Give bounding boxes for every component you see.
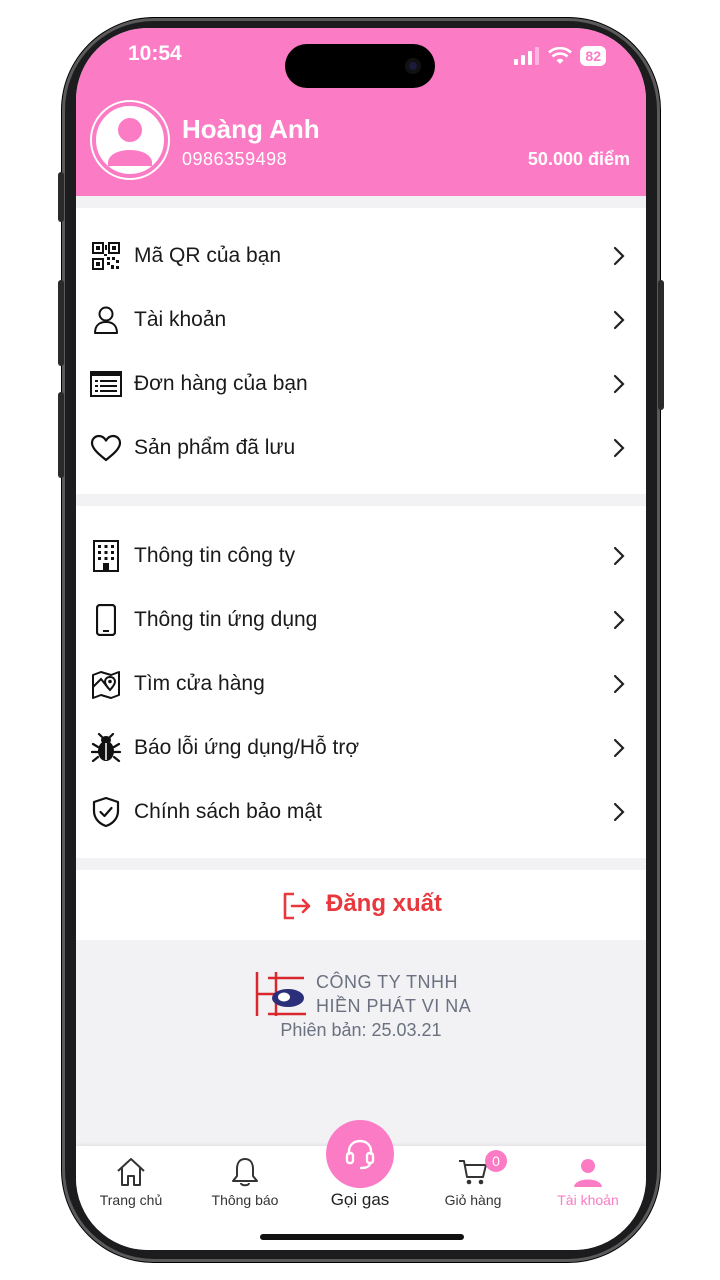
tab-notifications[interactable]: Thông báo	[195, 1146, 295, 1216]
tab-label: Giỏ hàng	[444, 1192, 502, 1208]
logout-icon	[283, 892, 311, 920]
tab-label: Thông báo	[211, 1192, 279, 1208]
signal-icon	[514, 47, 540, 65]
menu-item-label: Thông tin công ty	[134, 544, 296, 567]
bug-icon	[90, 732, 122, 764]
menu-section-info: Thông tin công ty Thông tin ứng dụng Tìm…	[76, 506, 646, 858]
menu-item-company-info[interactable]: Thông tin công ty	[76, 524, 646, 588]
chevron-right-icon	[613, 674, 625, 694]
dynamic-island	[285, 44, 435, 88]
menu-item-label: Sản phẩm đã lưu	[134, 436, 296, 459]
wifi-icon	[548, 47, 573, 64]
menu-item-label: Tài khoản	[134, 308, 227, 331]
call-gas-label: Gọi gas	[330, 1190, 390, 1209]
menu-item-label: Đơn hàng của bạn	[134, 372, 308, 395]
logout-button[interactable]: Đăng xuất	[76, 870, 646, 940]
menu-item-label: Chính sách bảo mật	[134, 800, 322, 823]
status-icons: 82	[514, 46, 606, 66]
status-time: 10:54	[128, 42, 182, 65]
menu-item-account[interactable]: Tài khoản	[76, 288, 646, 352]
chevron-right-icon	[613, 310, 625, 330]
power-button	[658, 280, 664, 410]
chevron-right-icon	[613, 610, 625, 630]
company-logo	[255, 972, 306, 1016]
heart-icon	[90, 432, 122, 464]
chevron-right-icon	[613, 438, 625, 458]
user-icon	[90, 304, 122, 336]
chevron-right-icon	[613, 246, 625, 266]
account-icon	[574, 1159, 602, 1187]
action-button	[58, 172, 64, 222]
battery-indicator: 82	[580, 46, 606, 66]
profile-header: 10:54 82 Hoàng Anh 0986359498 50.000 điể…	[76, 28, 646, 196]
company-name-line-2: HIỀN PHÁT VI NA	[316, 996, 472, 1016]
avatar[interactable]	[90, 100, 170, 180]
bell-icon	[232, 1158, 258, 1187]
menu-item-label: Mã QR của bạn	[134, 244, 282, 267]
home-icon	[117, 1158, 145, 1186]
tab-label: Trang chủ	[99, 1192, 163, 1208]
menu-item-label: Báo lỗi ứng dụng/Hỗ trợ	[134, 736, 360, 759]
tab-home[interactable]: Trang chủ	[81, 1146, 181, 1216]
menu-item-saved-products[interactable]: Sản phẩm đã lưu	[76, 416, 646, 480]
menu-section-account: Mã QR của bạn Tài khoản Đơn hàng của bạn…	[76, 208, 646, 494]
qr-code-icon	[90, 240, 122, 272]
menu-item-label: Thông tin ứng dụng	[134, 608, 318, 631]
chevron-right-icon	[613, 546, 625, 566]
shield-icon	[90, 796, 122, 828]
menu-item-label: Tìm cửa hàng	[134, 672, 265, 695]
user-phone: 0986359498	[182, 149, 288, 169]
menu-item-find-store[interactable]: Tìm cửa hàng	[76, 652, 646, 716]
tab-cart[interactable]: 0 Giỏ hàng	[423, 1146, 523, 1216]
menu-item-privacy-policy[interactable]: Chính sách bảo mật	[76, 780, 646, 844]
building-icon	[90, 540, 122, 572]
menu-item-qr-code[interactable]: Mã QR của bạn	[76, 224, 646, 288]
loyalty-points: 50.000 điểm	[527, 149, 630, 169]
user-name: Hoàng Anh	[182, 114, 320, 144]
menu-item-app-info[interactable]: Thông tin ứng dụng	[76, 588, 646, 652]
map-icon	[90, 668, 122, 700]
call-gas-button[interactable]	[326, 1120, 394, 1188]
app-screen: 10:54 82 Hoàng Anh 0986359498 50.000 điể…	[76, 28, 646, 1250]
headset-icon	[345, 1139, 375, 1170]
volume-up-button	[58, 280, 64, 366]
app-version: Phiên bản: 25.03.21	[280, 1020, 442, 1040]
menu-item-report-bug[interactable]: Báo lỗi ứng dụng/Hỗ trợ	[76, 716, 646, 780]
chevron-right-icon	[613, 374, 625, 394]
logout-label: Đăng xuất	[326, 890, 443, 917]
tab-label: Tài khoản	[557, 1192, 619, 1208]
company-name-line-1: CÔNG TY TNHH	[316, 972, 459, 992]
user-avatar-icon	[92, 102, 168, 178]
volume-down-button	[58, 392, 64, 478]
cart-count-badge: 0	[485, 1150, 507, 1172]
menu-item-orders[interactable]: Đơn hàng của bạn	[76, 352, 646, 416]
order-list-icon	[90, 368, 122, 400]
chevron-right-icon	[613, 738, 625, 758]
company-info: CÔNG TY TNHH HIỀN PHÁT VI NA	[254, 968, 494, 1018]
phone-icon	[90, 604, 122, 636]
home-indicator	[260, 1234, 464, 1240]
chevron-right-icon	[613, 802, 625, 822]
tab-account[interactable]: Tài khoản	[538, 1146, 638, 1216]
camera-icon	[405, 58, 421, 74]
